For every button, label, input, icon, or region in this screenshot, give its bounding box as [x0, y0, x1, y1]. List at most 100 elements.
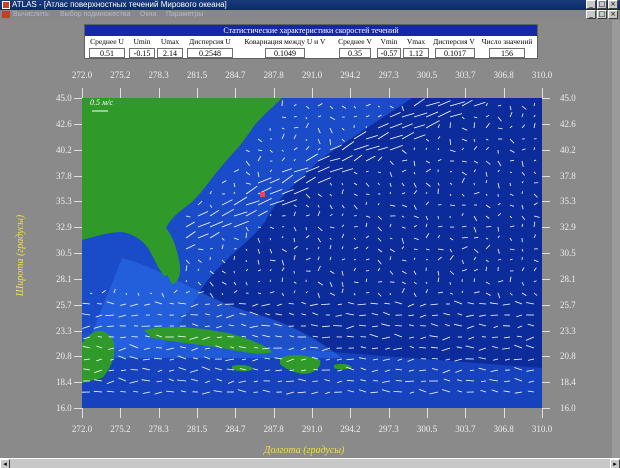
longitude-tick-label: 303.7 [455, 70, 476, 80]
longitude-tick-mark [312, 88, 313, 98]
current-vector [353, 215, 357, 217]
doc-minimize-button[interactable]: _ [586, 10, 596, 19]
current-vector [473, 182, 475, 186]
longitude-tick-mark [197, 408, 198, 418]
y-axis-title: Широта (градусы) [15, 214, 27, 297]
window-title-bar[interactable]: ATLAS - [Атлас поверхностных течений Мир… [0, 0, 620, 10]
current-vector [312, 380, 319, 382]
longitude-tick-label: 287.8 [263, 70, 284, 80]
latitude-tick-label: 45.0 [560, 93, 576, 103]
longitude-tick-label: 300.5 [416, 424, 438, 434]
current-vector [521, 191, 523, 195]
latitude-tick-label: 18.4 [560, 377, 576, 388]
stat-value: -0.15 [129, 48, 155, 58]
latitude-tick-mark [74, 356, 82, 358]
longitude-tick-mark [350, 88, 352, 98]
stat-header: Umin [133, 37, 151, 46]
latitude-tick-label: 42.6 [560, 118, 576, 129]
menu-compute[interactable]: Вычислить [13, 10, 49, 20]
longitude-tick-label: 300.5 [416, 70, 438, 80]
horizontal-scrollbar[interactable]: ◂ ▸ [0, 458, 620, 468]
latitude-tick-label: 20.8 [560, 351, 576, 362]
latitude-tick-label: 40.2 [56, 144, 72, 155]
longitude-tick-label: 310.0 [531, 424, 553, 434]
app-icon [2, 1, 10, 9]
menu-parameters[interactable]: Параметры [166, 10, 203, 20]
latitude-tick-mark [74, 227, 82, 229]
stat-value: 0.35 [339, 48, 371, 58]
statistics-panel: Статистические характеристики скоростей … [84, 24, 538, 59]
longitude-tick-label: 275.2 [110, 70, 131, 80]
doc-close-button[interactable]: × [608, 10, 618, 19]
latitude-tick-mark [542, 227, 550, 229]
current-vector [233, 191, 235, 195]
longitude-tick-mark [158, 408, 160, 418]
latitude-tick-label: 35.3 [560, 196, 576, 207]
longitude-tick-mark [503, 88, 505, 98]
longitude-tick-mark [197, 88, 198, 98]
current-vector [479, 303, 487, 305]
latitude-tick-label: 16.0 [560, 403, 576, 413]
current-vector [485, 266, 487, 272]
latitude-tick-label: 37.8 [56, 170, 72, 181]
vertical-scrollbar[interactable] [612, 20, 620, 458]
latitude-tick-mark [542, 382, 550, 384]
stat-header: Дисперсия U [189, 37, 231, 46]
longitude-tick-label: 281.5 [186, 70, 208, 80]
latitude-tick-label: 28.1 [560, 273, 576, 284]
selected-point-marker[interactable] [260, 192, 265, 197]
menu-windows[interactable]: Окна [140, 10, 156, 20]
latitude-tick-label: 25.7 [56, 299, 72, 310]
menu-subset[interactable]: Выбор подмножества [60, 10, 130, 20]
current-vector [365, 270, 370, 272]
latitude-tick-mark [74, 201, 82, 203]
longitude-tick-mark [542, 88, 543, 98]
current-vector [233, 248, 237, 250]
current-vector [480, 380, 487, 382]
longitude-tick-label: 287.8 [263, 424, 284, 434]
scroll-left-button[interactable]: ◂ [0, 459, 10, 468]
current-vector [413, 248, 418, 250]
current-vector [204, 325, 211, 327]
latitude-tick-mark [74, 123, 82, 125]
current-vector [216, 336, 223, 338]
current-vector [395, 380, 403, 382]
statistics-title: Статистические характеристики скоростей … [85, 25, 537, 36]
latitude-tick-mark [542, 201, 550, 203]
longitude-tick-mark [388, 88, 390, 98]
current-map[interactable] [82, 98, 542, 408]
longitude-tick-label: 278.3 [148, 424, 169, 434]
longitude-tick-label: 294.2 [340, 70, 361, 80]
longitude-tick-mark [427, 408, 428, 418]
current-vector [305, 226, 307, 231]
longitude-tick-mark [273, 408, 275, 418]
latitude-tick-mark [74, 149, 82, 151]
latitude-tick-label: 28.1 [56, 273, 72, 284]
current-vector [365, 292, 370, 294]
longitude-tick-mark [465, 408, 467, 418]
doc-maximize-button[interactable]: □ [597, 10, 607, 19]
window-title: ATLAS - [Атлас поверхностных течений Мир… [12, 0, 227, 9]
latitude-tick-label: 30.5 [56, 248, 72, 258]
minimize-button[interactable]: _ [586, 0, 596, 9]
longitude-tick-label: 306.8 [493, 70, 514, 80]
close-button[interactable]: × [608, 0, 618, 9]
document-icon[interactable] [2, 11, 10, 18]
longitude-tick-mark [235, 88, 237, 98]
stat-header: Среднее U [90, 37, 124, 46]
maximize-button[interactable]: □ [597, 0, 607, 9]
latitude-tick-label: 30.5 [560, 248, 576, 258]
stat-value: 0.51 [89, 48, 125, 58]
longitude-tick-label: 278.3 [148, 70, 169, 80]
scroll-right-button[interactable]: ▸ [610, 459, 620, 468]
longitude-tick-mark [388, 408, 390, 418]
longitude-tick-label: 303.7 [455, 424, 476, 434]
latitude-tick-label: 40.2 [560, 144, 576, 155]
stat-value: -0.57 [377, 48, 401, 58]
current-vector [120, 391, 127, 393]
latitude-tick-mark [74, 98, 82, 99]
longitude-tick-mark [542, 408, 543, 418]
latitude-tick-mark [542, 149, 550, 151]
current-vector [437, 215, 439, 220]
current-vector [449, 122, 451, 129]
